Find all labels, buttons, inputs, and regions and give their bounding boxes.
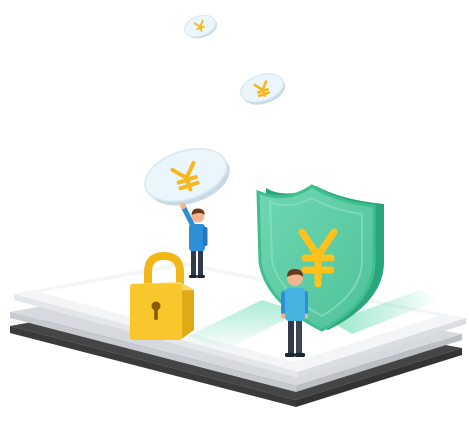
secure-payment-illustration	[0, 0, 469, 423]
coin-medium	[240, 73, 286, 105]
coin-large	[144, 148, 230, 206]
coin-small	[183, 14, 218, 39]
coin-icon	[144, 14, 286, 206]
illustration-canvas	[10, 14, 466, 407]
